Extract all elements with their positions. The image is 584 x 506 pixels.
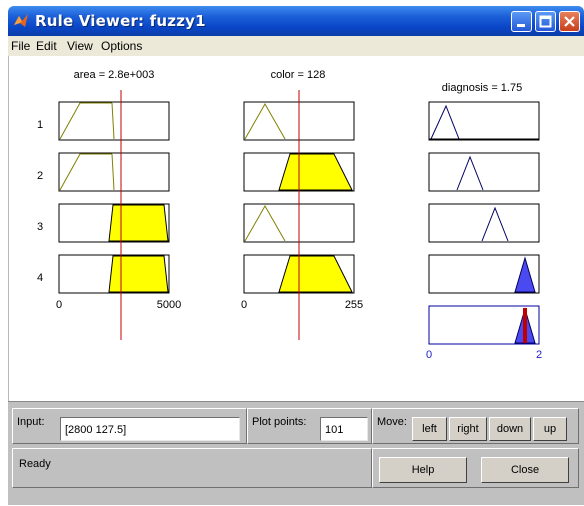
menu-edit[interactable]: Edit (36, 39, 57, 53)
control-panel: Input: [2800 127.5] Plot points: 101 Mov… (8, 401, 584, 505)
rule-number: 4 (37, 272, 43, 284)
move-label: Move: (377, 416, 407, 428)
close-icon (564, 16, 575, 27)
diagnosis-axis-min: 0 (426, 349, 432, 361)
move-frame: Move: left right down up (372, 408, 579, 444)
plot-points-field[interactable]: 101 (320, 417, 368, 441)
rule-number: 3 (37, 221, 43, 233)
area-header: area = 2.8e+003 (74, 69, 155, 81)
diagnosis-header: diagnosis = 1.75 (442, 82, 522, 94)
mf-fill (108, 255, 169, 293)
input-frame: Input: [2800 127.5] (12, 408, 247, 444)
button-frame: Help Close (372, 448, 579, 488)
rule-plots: area = 2.8e+003 color = 128 diagnosis = … (37, 69, 542, 361)
move-left-button[interactable]: left (412, 417, 447, 441)
matlab-app-icon (14, 14, 28, 27)
close-button[interactable]: Close (481, 457, 569, 483)
window-title: Rule Viewer: fuzzy1 (35, 12, 206, 30)
menu-options[interactable]: Options (101, 39, 142, 53)
mf-fill (108, 204, 169, 242)
input-field[interactable]: [2800 127.5] (60, 417, 240, 441)
help-button[interactable]: Help (379, 457, 467, 483)
rule-plot-area: area = 2.8e+003 color = 128 diagnosis = … (8, 56, 584, 401)
rule-number: 1 (37, 119, 43, 131)
rule-number: 2 (37, 170, 43, 182)
color-axis-max: 255 (345, 299, 363, 311)
move-up-button[interactable]: up (533, 417, 567, 441)
menu-view[interactable]: View (67, 39, 93, 53)
rule2-diagnosis-mf-plot[interactable] (428, 152, 540, 192)
diagnosis-axis-max: 2 (536, 349, 542, 361)
area-axis-min: 0 (56, 299, 62, 311)
minimize-button[interactable] (511, 11, 532, 32)
plot-points-label: Plot points: (252, 416, 307, 428)
color-axis-min: 0 (241, 299, 247, 311)
minimize-icon (517, 24, 525, 27)
plot-points-frame: Plot points: 101 (247, 408, 372, 444)
status-text: Ready (19, 458, 51, 470)
status-frame: Ready (12, 448, 372, 488)
menu-file[interactable]: File (11, 39, 30, 53)
close-window-button[interactable] (559, 11, 580, 32)
input-label: Input: (17, 416, 45, 428)
area-axis-max: 5000 (157, 299, 181, 311)
menu-bar: File Edit View Options (8, 36, 584, 56)
maximize-button[interactable] (535, 11, 556, 32)
maximize-icon (539, 15, 552, 28)
title-bar[interactable]: Rule Viewer: fuzzy1 (8, 6, 584, 36)
rule-viewer-window: Rule Viewer: fuzzy1 File Edit View Optio… (8, 6, 584, 505)
color-header: color = 128 (271, 69, 326, 81)
move-down-button[interactable]: down (489, 417, 531, 441)
move-right-button[interactable]: right (449, 417, 487, 441)
